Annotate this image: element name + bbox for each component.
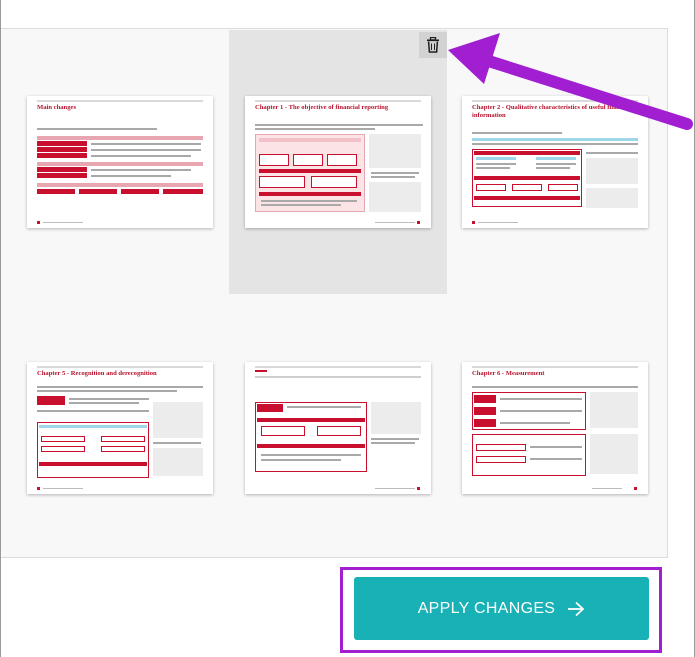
window-frame	[0, 0, 695, 657]
